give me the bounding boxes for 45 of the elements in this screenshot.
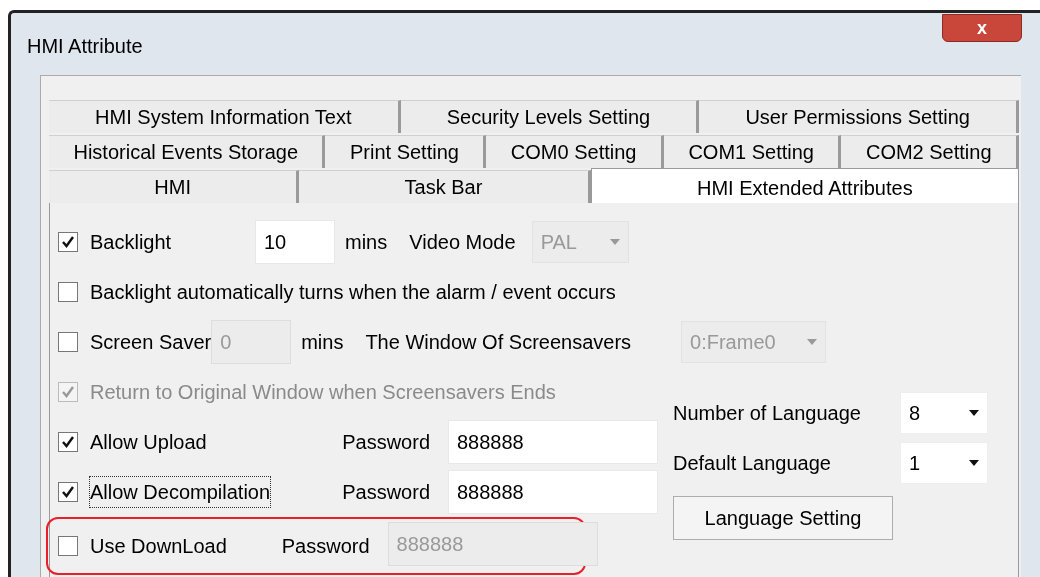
checkbox[interactable]	[58, 282, 78, 302]
unit-label: mins	[345, 230, 388, 255]
tab[interactable]: User Permissions Setting	[699, 100, 1019, 133]
tab[interactable]: Print Setting	[325, 135, 487, 168]
caret-icon	[969, 460, 979, 466]
unit-label: mins	[301, 330, 344, 355]
tab[interactable]: COM2 Setting	[841, 135, 1019, 168]
tab[interactable]: HMI Extended Attributes	[590, 168, 1019, 203]
label: Password	[281, 534, 370, 559]
caret-icon	[609, 239, 620, 245]
label: Password	[342, 480, 430, 505]
dropdown[interactable]: 8	[900, 392, 988, 434]
close-button[interactable]: x	[942, 14, 1022, 42]
label: Password	[342, 430, 430, 455]
tab[interactable]: HMI	[49, 170, 300, 203]
tab[interactable]: COM1 Setting	[663, 135, 842, 168]
checkbox-label: Allow Upload	[90, 430, 207, 455]
checkbox-label: Screen Saver	[90, 330, 212, 355]
password-field[interactable]: 888888	[448, 470, 658, 514]
checkbox-label: Return to Original Window when Screensavers Ends	[90, 380, 556, 405]
checkbox[interactable]	[58, 536, 78, 556]
tab[interactable]: HMI System Information Text	[49, 100, 401, 133]
checkbox[interactable]	[58, 332, 78, 352]
checkbox-label: Backlight	[90, 230, 173, 255]
tab[interactable]: Historical Events Storage	[49, 135, 326, 168]
label: The Window Of Screensavers	[365, 330, 632, 355]
checkbox-label: Use DownLoad	[90, 534, 227, 559]
tab[interactable]: Task Bar	[299, 170, 591, 203]
language-setting-button[interactable]: Language Setting	[673, 496, 893, 540]
dropdown[interactable]: 1	[900, 442, 988, 484]
label: Number of Language	[673, 401, 862, 426]
checkbox-label: Backlight automatically turns when the alarm / event occurs	[90, 280, 616, 305]
password-field[interactable]: 888888	[448, 420, 658, 464]
caret-icon	[807, 339, 818, 345]
window-title: HMI Attribute	[27, 34, 143, 59]
caret-icon	[969, 410, 979, 416]
label: Default Language	[673, 451, 832, 476]
checkbox[interactable]	[58, 432, 78, 452]
label: Video Mode	[409, 230, 516, 255]
checkbox-label: Allow Decompilation	[90, 477, 271, 507]
checkbox[interactable]	[58, 482, 78, 502]
tab[interactable]: COM0 Setting	[486, 135, 664, 168]
tab[interactable]: Security Levels Setting	[400, 100, 700, 133]
text-field[interactable]: 10	[255, 220, 335, 264]
checkbox[interactable]	[58, 232, 78, 252]
